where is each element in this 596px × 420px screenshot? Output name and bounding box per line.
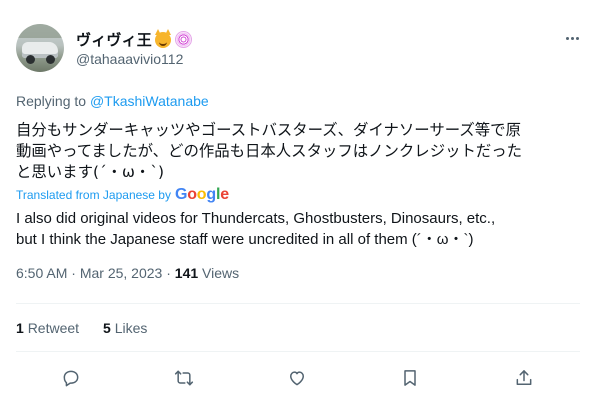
tweet-time[interactable]: 6:50 AM xyxy=(16,265,67,281)
retweets-count: 1 xyxy=(16,320,24,336)
share-icon[interactable] xyxy=(513,367,535,389)
retweet-icon[interactable] xyxy=(173,367,195,389)
avatar-wheel xyxy=(26,55,35,64)
views-label: Views xyxy=(202,265,240,281)
meta-separator: · xyxy=(166,265,171,281)
translated-by[interactable]: Translated from Japanese by Google xyxy=(16,186,229,204)
divider xyxy=(16,303,580,304)
original-text-line: 自分もサンダーキャッツやゴーストバスターズ、ダイナソーサーズ等で原 xyxy=(16,121,521,139)
translation-text-line: I also did original videos for Thunderca… xyxy=(16,210,496,227)
tweet-original-text: 自分もサンダーキャッツやゴーストバスターズ、ダイナソーサーズ等で原 動画やってま… xyxy=(16,120,586,183)
reply-icon[interactable] xyxy=(60,367,82,389)
likes-stat[interactable]: 5 Likes xyxy=(103,320,147,336)
author-display-name[interactable]: ヴィヴィ王 xyxy=(76,29,152,50)
reply-mention-link[interactable]: @TkashiWatanabe xyxy=(90,93,209,109)
original-text-line: 動画やってましたが、どの作品も日本人スタッフはノンクレジットだった xyxy=(16,142,523,160)
tweet-meta: 6:50 AM · Mar 25, 2023 · 141 Views xyxy=(16,265,239,281)
tweet-card: ヴィヴィ王 @tahaaavivio112 Replying to @Tkash… xyxy=(0,0,596,420)
tweet-date[interactable]: Mar 25, 2023 xyxy=(80,265,163,281)
google-logo-icon: Google xyxy=(174,186,229,203)
retweets-label: Retweet xyxy=(27,320,80,336)
tweet-translation-text: I also did original videos for Thunderca… xyxy=(16,208,591,250)
tweet-stats: 1 Retweet 5 Likes xyxy=(16,320,147,336)
avatar[interactable] xyxy=(16,24,64,72)
translated-by-label: Translated from Japanese by xyxy=(16,188,171,202)
swirl-emoji-icon xyxy=(175,31,193,48)
replying-to: Replying to @TkashiWatanabe xyxy=(16,93,209,109)
smiling-devil-emoji-icon xyxy=(155,28,172,48)
meta-separator: · xyxy=(71,265,76,281)
replying-to-label: Replying to xyxy=(16,93,87,109)
divider xyxy=(16,351,580,352)
likes-label: Likes xyxy=(114,320,148,336)
avatar-background xyxy=(16,24,64,38)
tweet-actions xyxy=(0,363,596,393)
author-handle[interactable]: @tahaaavivio112 xyxy=(76,51,183,67)
avatar-wheel xyxy=(46,55,55,64)
retweets-stat[interactable]: 1 Retweet xyxy=(16,320,79,336)
original-text-line: と思います(´・ω・`) xyxy=(16,163,165,181)
like-icon[interactable] xyxy=(286,367,308,389)
author-name-row[interactable]: ヴィヴィ王 xyxy=(76,28,193,50)
views-count: 141 xyxy=(174,265,199,281)
translation-text-line: but I think the Japanese staff were uncr… xyxy=(16,231,474,248)
bookmark-icon[interactable] xyxy=(399,367,421,389)
likes-count: 5 xyxy=(103,320,111,336)
more-options-icon[interactable] xyxy=(562,28,582,48)
